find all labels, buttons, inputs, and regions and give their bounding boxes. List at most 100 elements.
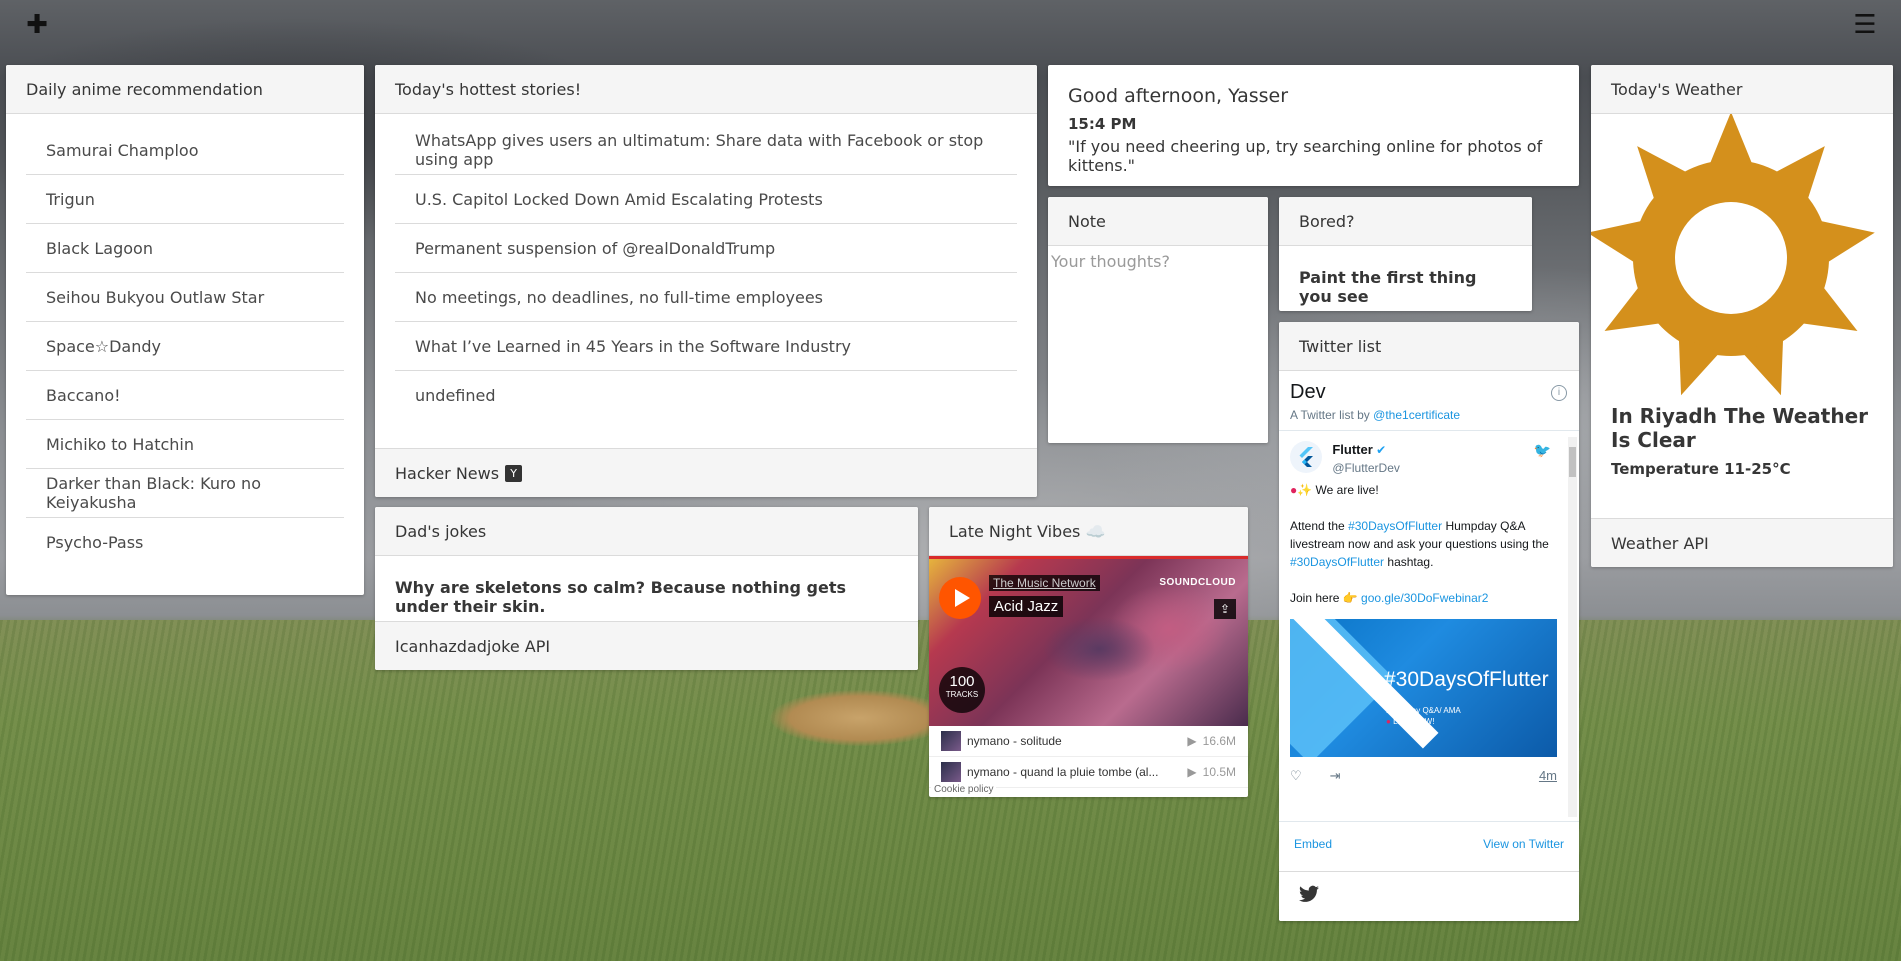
- twitter-list-owner: A Twitter list by @the1certificate: [1290, 408, 1568, 422]
- soundcloud-user-link[interactable]: The Music Network: [989, 575, 1100, 591]
- story-link[interactable]: U.S. Capitol Locked Down Amid Escalating…: [395, 175, 1017, 224]
- twitter-bird-icon[interactable]: [1299, 885, 1319, 908]
- soundcloud-artwork: The Music Network Acid Jazz SOUNDCLOUD ⇪…: [929, 556, 1248, 726]
- tweet-line-3: Join here 👉 goo.gle/30DoFwebinar2: [1290, 589, 1557, 607]
- list-item[interactable]: Baccano!: [26, 371, 344, 420]
- tweet-image[interactable]: #30DaysOfFlutter Humpday Q&A/ AMA ● LIVE…: [1290, 619, 1557, 757]
- quote-text: "If you need cheering up, try searching …: [1068, 137, 1543, 175]
- track-name: nymano - solitude: [967, 734, 1062, 748]
- twitter-bird-icon[interactable]: 🐦: [1534, 441, 1551, 459]
- tweet: 🐦 Flutter ✔ @FlutterDev ●✨ We are live! …: [1279, 431, 1579, 821]
- background-cheetah: [770, 690, 950, 746]
- list-item[interactable]: Michiko to Hatchin: [26, 420, 344, 469]
- bored-card-title: Bored?: [1279, 197, 1532, 246]
- twitter-list-name[interactable]: Dev: [1290, 381, 1568, 404]
- scrollbar[interactable]: [1568, 437, 1577, 817]
- list-item[interactable]: Darker than Black: Kuro no Keiyakusha: [26, 469, 344, 518]
- story-link[interactable]: WhatsApp gives users an ultimatum: Share…: [395, 126, 1017, 175]
- verified-icon: ✔: [1376, 443, 1387, 457]
- weather-card: Today's Weather In Riyadh The Weather Is…: [1591, 65, 1893, 567]
- tweet-link[interactable]: goo.gle/30DoFwebinar2: [1361, 591, 1488, 605]
- bored-card: Bored? Paint the first thing you see: [1279, 197, 1532, 311]
- stories-source-label: Hacker News: [395, 463, 500, 483]
- owner-link[interactable]: @the1certificate: [1373, 408, 1460, 422]
- play-count-icon: ▶: [1187, 765, 1197, 779]
- plus-icon[interactable]: ✚: [24, 12, 50, 38]
- twitter-card-title: Twitter list: [1279, 322, 1579, 371]
- story-link[interactable]: Permanent suspension of @realDonaldTrump: [395, 224, 1017, 273]
- stories-footer[interactable]: Hacker News Y: [375, 448, 1037, 497]
- tweet-image-subtitle-1: Humpday Q&A/ AMA: [1386, 706, 1461, 715]
- tweet-line-1: ●✨ We are live!: [1290, 481, 1557, 499]
- tweet-text: Join here: [1290, 591, 1340, 605]
- hashtag-link[interactable]: #30DaysOfFlutter: [1290, 555, 1384, 569]
- list-item[interactable]: Space☆Dandy: [26, 322, 344, 371]
- track-thumbnail: [941, 731, 961, 751]
- story-link[interactable]: What I’ve Learned in 45 Years in the Sof…: [395, 322, 1017, 371]
- stories-card: Today's hottest stories! WhatsApp gives …: [375, 65, 1037, 497]
- list-item[interactable]: Samurai Champloo: [26, 126, 344, 175]
- tweet-author-name[interactable]: Flutter: [1332, 442, 1372, 457]
- music-card-title: Late Night Vibes ☁️: [929, 507, 1248, 556]
- track-thumbnail: [941, 762, 961, 782]
- note-textarea[interactable]: [1048, 246, 1268, 443]
- playlist-title[interactable]: Acid Jazz: [989, 596, 1064, 617]
- stories-list: WhatsApp gives users an ultimatum: Share…: [375, 114, 1037, 432]
- track-count-label: TRACKS: [945, 690, 979, 699]
- list-item[interactable]: Psycho-Pass: [26, 518, 344, 567]
- list-item[interactable]: Trigun: [26, 175, 344, 224]
- anime-list: Samurai Champloo Trigun Black Lagoon Sei…: [6, 114, 364, 579]
- jokes-card-title: Dad's jokes: [375, 507, 918, 556]
- tweet-line-2: Attend the #30DaysOfFlutter Humpday Q&A …: [1290, 517, 1557, 571]
- hamburger-menu-icon[interactable]: ☰: [1852, 12, 1878, 38]
- tweet-text: hashtag.: [1387, 555, 1434, 569]
- list-item[interactable]: Black Lagoon: [26, 224, 344, 273]
- jokes-footer[interactable]: Icanhazdadjoke API: [375, 621, 918, 670]
- weather-card-title: Today's Weather: [1591, 65, 1893, 114]
- soundcloud-logo[interactable]: SOUNDCLOUD: [1159, 577, 1236, 588]
- list-item[interactable]: Seihou Bukyou Outlaw Star: [26, 273, 344, 322]
- tweet-image-title: #30DaysOfFlutter: [1384, 668, 1549, 691]
- share-icon[interactable]: ⇥: [1330, 767, 1341, 785]
- story-link[interactable]: No meetings, no deadlines, no full-time …: [395, 273, 1017, 322]
- view-on-twitter-link[interactable]: View on Twitter: [1483, 837, 1564, 851]
- tweet-age[interactable]: 4m: [1539, 767, 1557, 785]
- sparkles-icon: ✨: [1297, 483, 1313, 497]
- note-card: Note: [1048, 197, 1268, 443]
- hashtag-link[interactable]: #30DaysOfFlutter: [1348, 519, 1442, 533]
- bored-activity: Paint the first thing you see: [1299, 268, 1477, 306]
- like-icon[interactable]: ♡: [1290, 767, 1302, 785]
- twitter-card-footer: [1279, 871, 1579, 921]
- owner-prefix: A Twitter list by: [1290, 408, 1370, 422]
- stories-card-title: Today's hottest stories!: [375, 65, 1037, 114]
- cookie-policy-link[interactable]: Cookie policy: [931, 784, 997, 795]
- play-count: 16.6M: [1202, 734, 1236, 748]
- flutter-logo-icon[interactable]: [1290, 441, 1322, 473]
- note-card-title: Note: [1048, 197, 1268, 246]
- track-count-badge: 100 TRACKS: [939, 667, 985, 713]
- tweet-image-subtitle: Humpday Q&A/ AMA ● LIVE NOW!: [1386, 705, 1461, 727]
- play-count: 10.5M: [1202, 765, 1236, 779]
- pointing-hand-icon: 👉: [1342, 591, 1358, 605]
- tweet-image-subtitle-2: LIVE NOW!: [1393, 717, 1435, 726]
- twitter-list-header: Dev A Twitter list by @the1certificate i: [1279, 371, 1579, 431]
- weather-footer[interactable]: Weather API: [1591, 518, 1893, 567]
- story-link[interactable]: undefined: [395, 371, 1017, 420]
- embed-link[interactable]: Embed: [1294, 837, 1332, 851]
- share-icon[interactable]: ⇪: [1214, 599, 1236, 619]
- twitter-card: Twitter list Dev A Twitter list by @the1…: [1279, 322, 1579, 921]
- anime-card: Daily anime recommendation Samurai Champ…: [6, 65, 364, 595]
- tweet-text: Attend the: [1290, 519, 1345, 533]
- greeting-card: Good afternoon, Yasser 15:4 PM "If you n…: [1048, 65, 1579, 186]
- live-dot-icon: ●: [1386, 717, 1391, 726]
- clock-time: 15:4 PM: [1068, 115, 1137, 133]
- play-button[interactable]: [939, 577, 981, 619]
- track-row[interactable]: nymano - solitude ▶ 16.6M: [929, 726, 1248, 757]
- track-name: nymano - quand la pluie tombe (al...: [967, 765, 1159, 779]
- jokes-card: Dad's jokes Why are skeletons so calm? B…: [375, 507, 918, 670]
- music-card: Late Night Vibes ☁️ The Music Network Ac…: [929, 507, 1248, 797]
- tweet-author-handle[interactable]: @FlutterDev: [1332, 461, 1400, 475]
- tweet-text: We are live!: [1315, 483, 1379, 497]
- greeting-title: Good afternoon, Yasser: [1068, 85, 1289, 107]
- info-icon[interactable]: i: [1551, 385, 1567, 401]
